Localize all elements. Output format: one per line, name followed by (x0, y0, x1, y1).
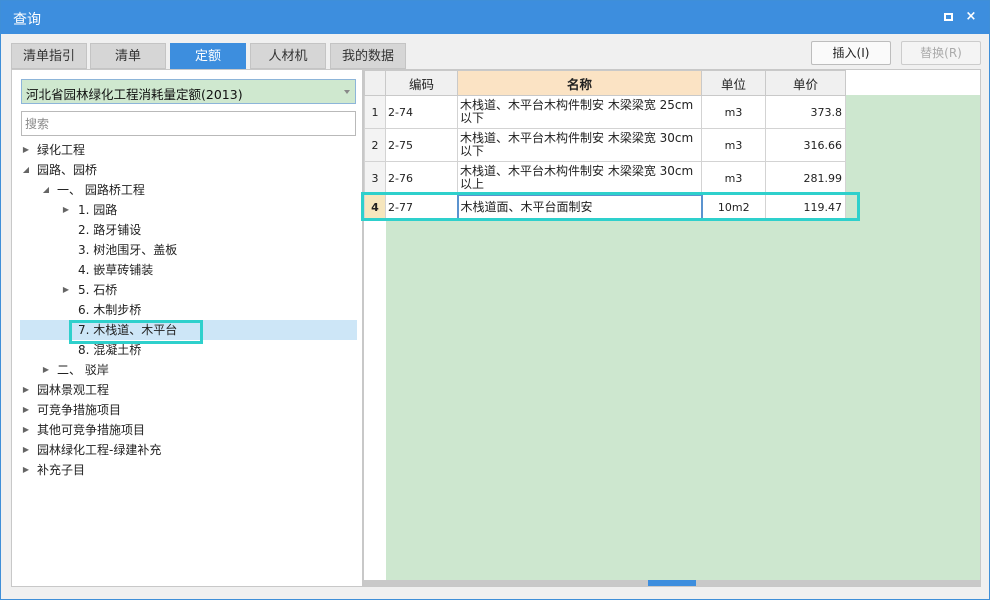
tree-node[interactable]: ▶ 可竞争措施项目 (20, 400, 357, 420)
row-number: 2 (364, 128, 386, 162)
replace-button[interactable]: 替换(R) (901, 41, 981, 65)
library-select-value: 河北省园林绿化工程消耗量定额(2013) (26, 87, 243, 102)
left-panel: 河北省园林绿化工程消耗量定额(2013) ▶绿化工程 ◢园路、园桥 ◢一、 园路… (11, 69, 363, 587)
row-number-header (364, 70, 386, 96)
collapse-arrow-icon[interactable]: ◢ (20, 160, 32, 180)
title-bar[interactable]: 查询 × (1, 1, 989, 34)
row-number: 1 (364, 95, 386, 129)
chevron-down-icon (344, 90, 350, 94)
tree-node[interactable]: ▶ 1. 园路 (20, 200, 357, 220)
column-header-price[interactable]: 单价 (765, 70, 846, 96)
tree-node-selected[interactable]: 7. 木栈道、木平台 (20, 320, 357, 340)
cell-name[interactable]: 木栈道面、木平台面制安 (456, 193, 703, 221)
table-row[interactable]: 1 2-74 木栈道、木平台木构件制安 木梁梁宽 25cm以下 m3 373.8 (364, 95, 846, 129)
tree-node[interactable]: ▶ 园林景观工程 (20, 380, 357, 400)
expand-arrow-icon[interactable]: ▶ (20, 140, 32, 160)
cell-unit[interactable]: m3 (701, 128, 766, 162)
expand-arrow-icon[interactable]: ▶ (20, 420, 32, 440)
cell-name[interactable]: 木栈道、木平台木构件制安 木梁梁宽 30cm以下 (457, 128, 702, 162)
table-row-current[interactable]: 4 2-77 木栈道面、木平台面制安 10m2 119.47 (364, 193, 846, 221)
tree-node[interactable]: 3. 树池围牙、盖板 (20, 240, 357, 260)
tree-node[interactable]: 2. 路牙铺设 (20, 220, 357, 240)
tree-node[interactable]: ▶ 二、 驳岸 (20, 360, 357, 380)
search-input[interactable] (21, 111, 356, 136)
tree-node[interactable]: ◢ 一、 园路桥工程 (20, 180, 357, 200)
column-header-name[interactable]: 名称 (457, 70, 702, 96)
expand-arrow-icon[interactable]: ▶ (20, 380, 32, 400)
table-row[interactable]: 3 2-76 木栈道、木平台木构件制安 木梁梁宽 30cm以上 m3 281.9… (364, 161, 846, 195)
expand-arrow-icon[interactable]: ▶ (60, 200, 72, 220)
tab-list[interactable]: 清单 (90, 43, 166, 69)
expand-arrow-icon[interactable]: ▶ (20, 440, 32, 460)
expand-arrow-icon[interactable]: ▶ (40, 360, 52, 380)
cell-name[interactable]: 木栈道、木平台木构件制安 木梁梁宽 30cm以上 (457, 161, 702, 195)
cell-price[interactable]: 281.99 (765, 161, 846, 195)
cell-price[interactable]: 373.8 (765, 95, 846, 129)
library-select[interactable]: 河北省园林绿化工程消耗量定额(2013) (21, 79, 356, 104)
cell-unit[interactable]: 10m2 (701, 194, 766, 220)
right-panel: 编码 名称 单位 单价 1 2-74 木栈道、木平台木构件制安 木梁梁宽 25c… (361, 69, 981, 587)
cell-unit[interactable]: m3 (701, 161, 766, 195)
expand-arrow-icon[interactable]: ▶ (20, 460, 32, 480)
horizontal-scrollbar[interactable] (364, 580, 980, 586)
expand-arrow-icon[interactable]: ▶ (60, 280, 72, 300)
tree-node[interactable]: ▶ 补充子目 (20, 460, 357, 480)
tab-labor-material[interactable]: 人材机 (250, 43, 326, 69)
insert-button[interactable]: 插入(I) (811, 41, 891, 65)
square-icon (944, 13, 953, 21)
maximize-button[interactable] (939, 7, 959, 27)
window-title: 查询 (13, 12, 41, 28)
collapse-arrow-icon[interactable]: ◢ (40, 180, 52, 200)
close-button[interactable]: × (961, 7, 981, 27)
tab-list-guide[interactable]: 清单指引 (11, 43, 87, 69)
row-number: 3 (364, 161, 386, 195)
column-header-code[interactable]: 编码 (385, 70, 458, 96)
tree-node[interactable]: 8. 混凝土桥 (20, 340, 357, 360)
query-window: 查询 × 清单指引 清单 定额 人材机 我的数据 插入(I) 替换(R) 河北省… (0, 0, 990, 600)
tree-node[interactable]: ▶ 园林绿化工程-绿建补充 (20, 440, 357, 460)
cell-code[interactable]: 2-74 (385, 95, 458, 129)
scrollbar-handle[interactable] (648, 580, 696, 586)
tree-node[interactable]: ▶ 其他可竞争措施项目 (20, 420, 357, 440)
table-row[interactable]: 2 2-75 木栈道、木平台木构件制安 木梁梁宽 30cm以下 m3 316.6… (364, 128, 846, 162)
tab-my-data[interactable]: 我的数据 (330, 43, 406, 69)
tab-quota[interactable]: 定额 (170, 43, 246, 69)
cell-name[interactable]: 木栈道、木平台木构件制安 木梁梁宽 25cm以下 (457, 95, 702, 129)
tree-node[interactable]: 4. 嵌草砖铺装 (20, 260, 357, 280)
cell-price[interactable]: 316.66 (765, 128, 846, 162)
tree-node[interactable]: ▶ 绿化工程 (20, 140, 357, 160)
tree-node[interactable]: 6. 木制步桥 (20, 300, 357, 320)
cell-code[interactable]: 2-76 (385, 161, 458, 195)
tree-node[interactable]: ◢ 园路、园桥 (20, 160, 357, 180)
column-header-unit[interactable]: 单位 (701, 70, 766, 96)
cell-price[interactable]: 119.47 (765, 194, 846, 220)
cell-code[interactable]: 2-75 (385, 128, 458, 162)
tree-node[interactable]: ▶ 5. 石桥 (20, 280, 357, 300)
quota-grid: 编码 名称 单位 单价 1 2-74 木栈道、木平台木构件制安 木梁梁宽 25c… (364, 70, 846, 221)
cell-unit[interactable]: m3 (701, 95, 766, 129)
expand-arrow-icon[interactable]: ▶ (20, 400, 32, 420)
cell-code[interactable]: 2-77 (385, 194, 458, 220)
row-number: 4 (364, 194, 386, 220)
x-icon: × (965, 9, 977, 24)
